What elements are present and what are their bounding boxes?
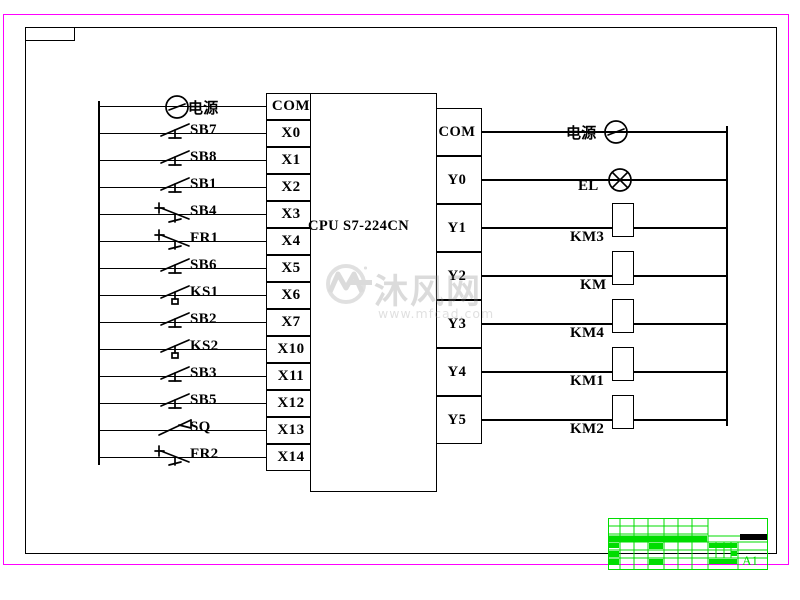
output-device-label-power-right: 电源 — [566, 124, 597, 142]
output-terminal-y1: Y1 — [432, 204, 482, 252]
cpu-model-label: CPU S7-224CN — [308, 218, 410, 234]
output-device-label-el: EL — [578, 178, 599, 194]
input-device-label-ks1: KS1 — [190, 283, 219, 300]
output-wire-y0 — [482, 179, 728, 181]
output-wire-y3 — [482, 323, 728, 325]
input-terminal-com: COM — [266, 93, 316, 120]
input-device-label-ks2: KS2 — [190, 337, 219, 354]
left-power-rail — [98, 101, 100, 465]
lamp-symbol-el — [608, 168, 632, 192]
output-wire-y1 — [482, 227, 728, 229]
input-device-label-sb8: SB8 — [190, 148, 217, 165]
input-terminal-x5: X5 — [266, 255, 316, 282]
title-block: A1 — [608, 518, 768, 570]
coil-symbol-km2 — [612, 395, 634, 429]
input-device-label-sb2: SB2 — [190, 310, 217, 327]
cpu-body — [310, 93, 437, 492]
input-terminal-x11: X11 — [266, 363, 316, 390]
input-device-label-sb6: SB6 — [190, 256, 217, 273]
power-source-symbol-right — [604, 120, 628, 144]
input-terminal-x14: X14 — [266, 444, 316, 471]
coil-symbol-km1 — [612, 347, 634, 381]
output-terminal-y2: Y2 — [432, 252, 482, 300]
input-device-label-sb7: SB7 — [190, 121, 217, 138]
input-terminal-x6: X6 — [266, 282, 316, 309]
output-device-label-km3: KM3 — [570, 229, 605, 245]
output-terminal-y0: Y0 — [432, 156, 482, 204]
power-label-left: 电源 — [188, 98, 219, 117]
power-source-symbol-left — [165, 94, 189, 119]
output-wire-y4 — [482, 371, 728, 373]
output-device-label-km2: KM2 — [570, 421, 605, 437]
output-wire-y5 — [482, 419, 728, 421]
output-terminal-y3: Y3 — [432, 300, 482, 348]
input-device-label-sb3: SB3 — [190, 364, 217, 381]
coil-symbol-km — [612, 251, 634, 285]
input-terminal-x2: X2 — [266, 174, 316, 201]
output-device-label-km: KM — [580, 277, 607, 293]
input-terminal-x10: X10 — [266, 336, 316, 363]
input-device-label-sq: SQ — [190, 418, 211, 435]
input-terminal-x13: X13 — [266, 417, 316, 444]
output-device-label-km1: KM1 — [570, 373, 605, 389]
input-terminal-x7: X7 — [266, 309, 316, 336]
input-device-label-sb5: SB5 — [190, 391, 217, 408]
input-device-label-sb4: SB4 — [190, 202, 217, 219]
input-device-label-sb1: SB1 — [190, 175, 217, 192]
frame-corner-tab — [25, 27, 75, 41]
sheet-size-label: A1 — [742, 553, 758, 568]
output-terminal-y5: Y5 — [432, 396, 482, 444]
output-device-label-km4: KM4 — [570, 325, 605, 341]
input-terminal-x1: X1 — [266, 147, 316, 174]
drawing-sheet: COM X0 SB7 X1 SB8 X2 SB1 X3 SB4 X4 FR1 X5 SB6 X6 KS1 X7… — [0, 0, 800, 600]
output-terminal-y4: Y4 — [432, 348, 482, 396]
input-device-label-fr1: FR1 — [190, 229, 219, 246]
input-device-label-fr2: FR2 — [190, 445, 219, 462]
input-terminal-x0: X0 — [266, 120, 316, 147]
coil-symbol-km3 — [612, 203, 634, 237]
coil-symbol-km4 — [612, 299, 634, 333]
output-terminal-com: COM — [432, 108, 482, 156]
input-terminal-x12: X12 — [266, 390, 316, 417]
